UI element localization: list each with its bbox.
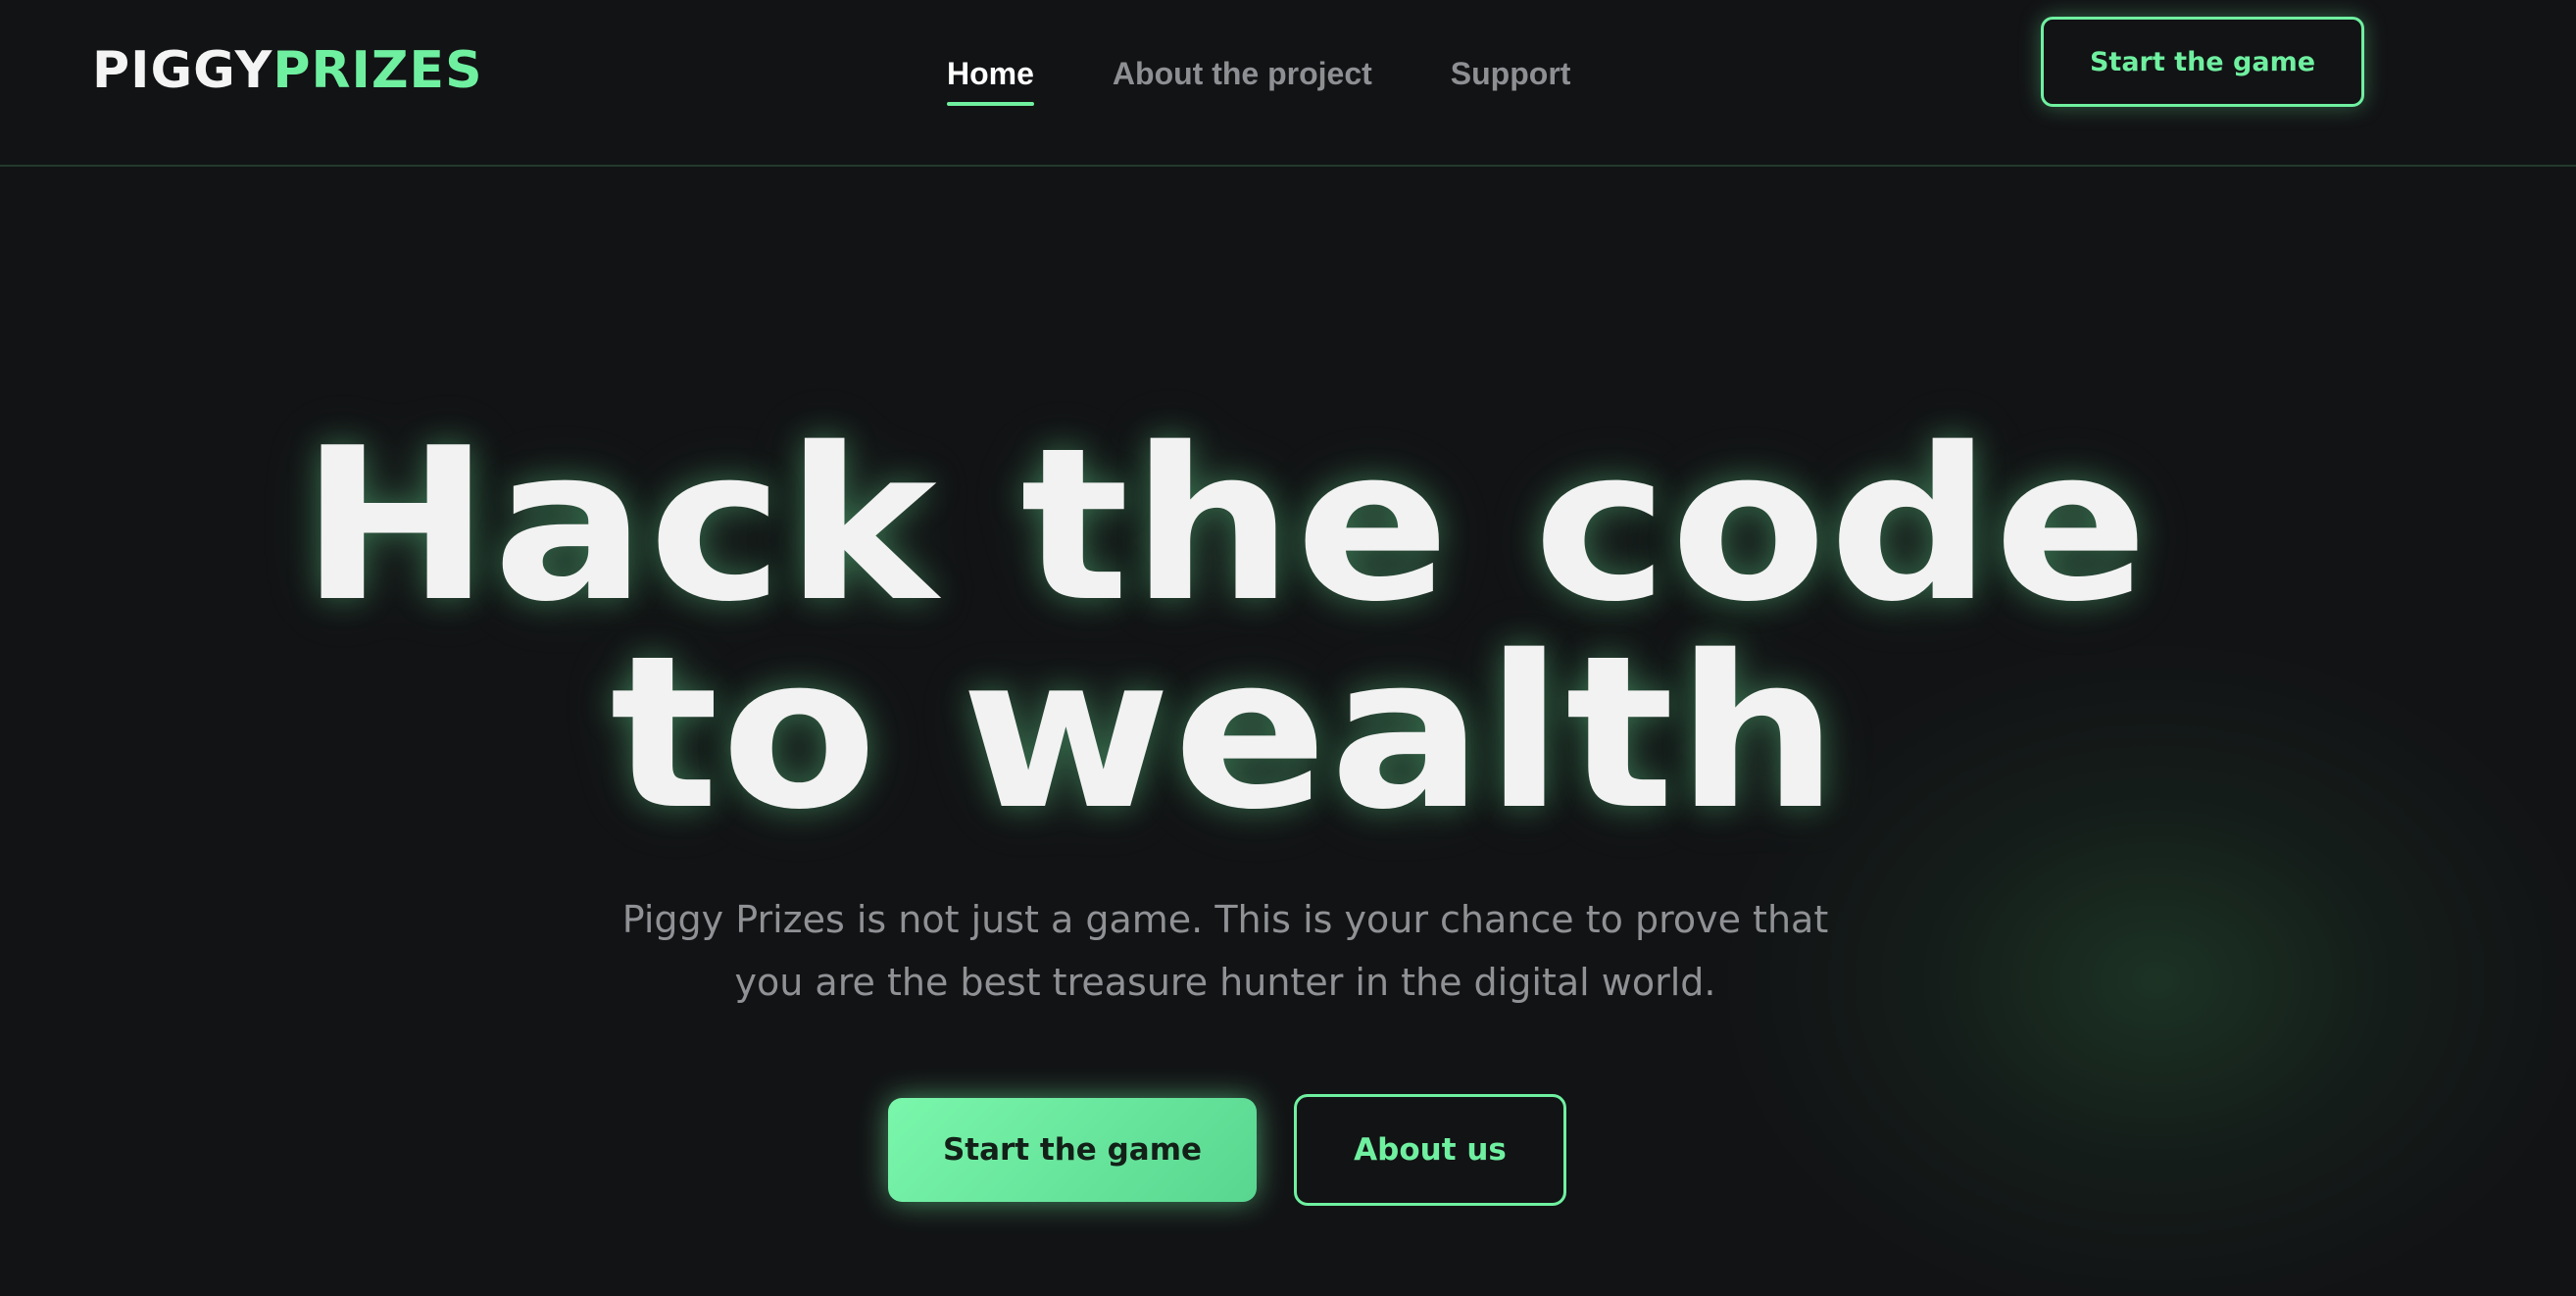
site-header: PIGGYPRIZES Home About the project Suppo… [0, 0, 2576, 167]
hero-title: Hack the code to wealth [0, 402, 2549, 856]
header-start-game-button[interactable]: Start the game [2041, 17, 2364, 107]
hero-subtitle-line-1: Piggy Prizes is not just a game. This is… [621, 898, 1829, 941]
hero-title-line-2: to wealth [610, 610, 1841, 856]
nav-item-about-project[interactable]: About the project [1113, 51, 1372, 96]
logo-text-piggy: PIGGY [92, 41, 273, 100]
hero-subtitle-line-2: you are the best treasure hunter in the … [734, 961, 1716, 1004]
landing-page: PIGGYPRIZES Home About the project Suppo… [0, 0, 2576, 1296]
logo[interactable]: PIGGYPRIZES [92, 41, 483, 100]
nav-item-support[interactable]: Support [1451, 51, 1571, 96]
hero-subtitle: Piggy Prizes is not just a game. This is… [549, 888, 1902, 1014]
hero-about-us-button[interactable]: About us [1294, 1094, 1566, 1206]
hero-start-game-button[interactable]: Start the game [888, 1098, 1257, 1202]
hero-title-line-1: Hack the code [300, 402, 2151, 648]
nav-item-home[interactable]: Home [947, 51, 1034, 106]
logo-text-prizes: PRIZES [272, 41, 483, 100]
main-nav: Home About the project Support [947, 51, 1571, 106]
